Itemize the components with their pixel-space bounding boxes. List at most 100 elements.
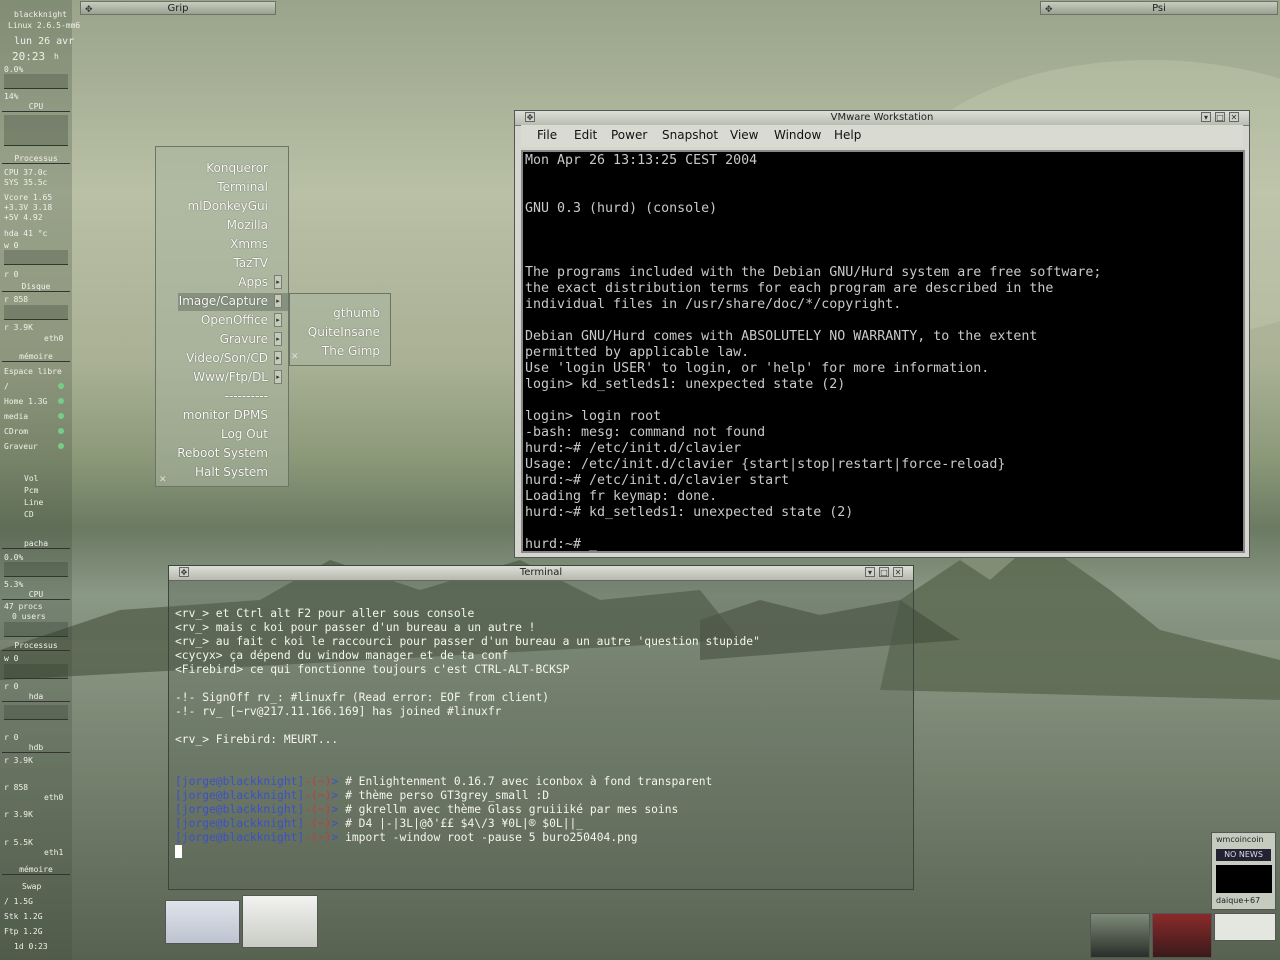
window-menu-icon[interactable]: ✥	[85, 3, 93, 17]
terminal-cursor[interactable]	[175, 845, 182, 858]
menu-edit[interactable]: Edit	[574, 128, 597, 142]
console-line: login> kd_setleds1: unexpected state (2)	[525, 377, 846, 392]
console-line: Usage: /etc/init.d/clavier {start|stop|r…	[525, 457, 1006, 472]
shell-command: # Enlightenment 0.16.7 avec iconbox à fo…	[345, 775, 713, 788]
console-line: GNU 0.3 (hurd) (console)	[525, 201, 718, 216]
vmware-window: VMware Workstation ✥ ▾ □ ✕ File Edit Pow…	[514, 110, 1250, 558]
wmcoincoin-user: daique+67	[1216, 896, 1261, 905]
sensor-3: +3.3V 3.18	[4, 203, 53, 212]
cpu-label: CPU	[2, 102, 70, 112]
vm-console[interactable]: Mon Apr 26 13:13:25 CEST 2004 GNU 0.3 (h…	[521, 150, 1245, 553]
clock-suffix: h	[54, 52, 59, 61]
console-line: Loading fr keymap: done.	[525, 489, 718, 504]
disque-label: Disque	[2, 282, 70, 292]
menu-item-konqueror[interactable]: Konqueror	[206, 161, 268, 175]
vmware-titlebar[interactable]: VMware Workstation ✥ ▾ □ ✕	[515, 111, 1249, 126]
vmware-title: VMware Workstation	[830, 112, 934, 123]
wmcoincoin-news: NO NEWS	[1216, 849, 1271, 861]
disk-write: w 0	[4, 241, 19, 250]
menu-item-taztv[interactable]: TazTV	[233, 256, 268, 270]
hda-temperature: hda 41 °c	[4, 229, 48, 238]
console-line: -bash: mesg: command not found	[525, 425, 766, 440]
wmcoincoin-dockapp[interactable]: wmcoincoin NO NEWS daique+67	[1211, 832, 1276, 910]
menu-item-halt[interactable]: Halt System	[195, 465, 268, 479]
iconbox-item-1[interactable]	[1090, 913, 1150, 958]
memoire-label: mémoire	[2, 352, 70, 362]
grip-shaded-window[interactable]: ✥ Grip	[80, 1, 276, 15]
irc-line: <rv_> Firebird: MEURT...	[175, 733, 339, 746]
terminal-title: Terminal	[519, 567, 563, 578]
terminal-titlebar[interactable]: Terminal ✥ ▾ □ ✕	[169, 566, 913, 581]
menu-item-openoffice[interactable]: OpenOffice	[201, 313, 268, 327]
menu-item-terminal[interactable]: Terminal	[217, 180, 268, 194]
console-line: Use 'login USER' to login, or 'help' for…	[525, 361, 990, 376]
grip-title: Grip	[167, 3, 189, 14]
menu-item-monitor-dpms[interactable]: monitor DPMS	[183, 408, 268, 422]
window-menu-icon[interactable]: ✥	[179, 567, 189, 577]
menu-view[interactable]: View	[730, 128, 758, 142]
menu-item-gravure[interactable]: Gravure	[220, 332, 268, 346]
mount-toggle-icon[interactable]	[58, 428, 64, 434]
submenu-item-quiteinsane[interactable]: QuiteInsane	[308, 325, 380, 339]
mount-toggle-icon[interactable]	[58, 443, 64, 449]
pager-desktop-1[interactable]	[165, 900, 240, 944]
menu-file[interactable]: File	[537, 128, 557, 142]
submenu-close-icon[interactable]: ✕	[291, 352, 299, 362]
window-menu-icon[interactable]: ✥	[525, 112, 535, 122]
console-line: Debian GNU/Hurd comes with ABSOLUTELY NO…	[525, 329, 1038, 344]
minimize-icon[interactable]: ▾	[865, 567, 875, 577]
fs-media: media	[4, 412, 29, 421]
mount-toggle-icon[interactable]	[58, 413, 64, 419]
prompt-dir: -(~)	[304, 803, 332, 816]
minimize-icon[interactable]: ▾	[1201, 112, 1211, 122]
cpu-graph-2	[4, 115, 68, 146]
net4-value: r 5.5K	[4, 838, 33, 847]
menu-item-image-capture[interactable]: Image/Capture	[179, 294, 268, 308]
disk-read: r 0	[4, 270, 19, 279]
menu-power[interactable]: Power	[611, 128, 647, 142]
mount-toggle-icon[interactable]	[58, 383, 64, 389]
menu-item-reboot[interactable]: Reboot System	[177, 446, 268, 460]
submenu-item-the-gimp[interactable]: The Gimp	[322, 344, 380, 358]
fs2-stk: Stk 1.2G	[4, 912, 43, 921]
hdb-graph	[4, 705, 68, 720]
eth0b-label: eth0	[44, 793, 64, 802]
r0-2: r 0	[4, 682, 19, 691]
mixer-pcm[interactable]: Pcm	[24, 486, 38, 495]
prompt-dir: -(~)	[304, 817, 332, 830]
menu-help[interactable]: Help	[834, 128, 861, 142]
prompt-user: [jorge@blackknight]	[175, 817, 305, 830]
sensor-2: Vcore 1.65	[4, 193, 53, 202]
menu-item-www-ftp-dl[interactable]: Www/Ftp/DL	[193, 370, 268, 384]
submenu-item-gthumb[interactable]: gthumb	[333, 306, 380, 320]
menu-snapshot[interactable]: Snapshot	[662, 128, 718, 142]
vmware-menubar: File Edit Power Snapshot View Window Hel…	[521, 125, 1243, 147]
processus2-label: Processus	[2, 641, 70, 651]
menu-window[interactable]: Window	[774, 128, 821, 142]
iconbox-item-2[interactable]	[1152, 913, 1212, 958]
mount-toggle-icon[interactable]	[58, 398, 64, 404]
menu-item-log-out[interactable]: Log Out	[221, 427, 268, 441]
maximize-icon[interactable]: □	[1215, 112, 1225, 122]
menu-item-mldonkeygui[interactable]: mlDonkeyGui	[188, 199, 268, 213]
window-menu-icon[interactable]: ✥	[1045, 3, 1053, 17]
close-icon[interactable]: ✕	[1229, 112, 1239, 122]
close-icon[interactable]: ✕	[893, 567, 903, 577]
prompt-dir: -(~)	[304, 789, 332, 802]
shell-line: [jorge@blackknight]-(~)> # D4 |-|3L|@ð'£…	[175, 817, 583, 831]
maximize-icon[interactable]: □	[879, 567, 889, 577]
menu-item-apps[interactable]: Apps	[238, 275, 268, 289]
menu-item-mozilla[interactable]: Mozilla	[227, 218, 268, 232]
menu-item-video-son-cd[interactable]: Video/Son/CD	[186, 351, 268, 365]
shell-command: import -window root -pause 5 buro250404.…	[345, 831, 638, 844]
mixer-cd[interactable]: CD	[24, 510, 34, 519]
psi-shaded-window[interactable]: ✥ Psi	[1040, 1, 1278, 15]
shell-command: # D4 |-|3L|@ð'££ $4\/3 ¥0L|® $0L||_	[345, 817, 584, 830]
mixer-line[interactable]: Line	[24, 498, 43, 507]
console-line: hurd:~# /etc/init.d/clavier	[525, 441, 742, 456]
iconbox-item-3[interactable]	[1214, 913, 1276, 941]
menu-close-icon[interactable]: ✕	[159, 475, 167, 485]
menu-item-xmms[interactable]: Xmms	[230, 237, 268, 251]
pager-desktop-2[interactable]	[242, 895, 318, 948]
mixer-vol[interactable]: Vol	[24, 474, 38, 483]
